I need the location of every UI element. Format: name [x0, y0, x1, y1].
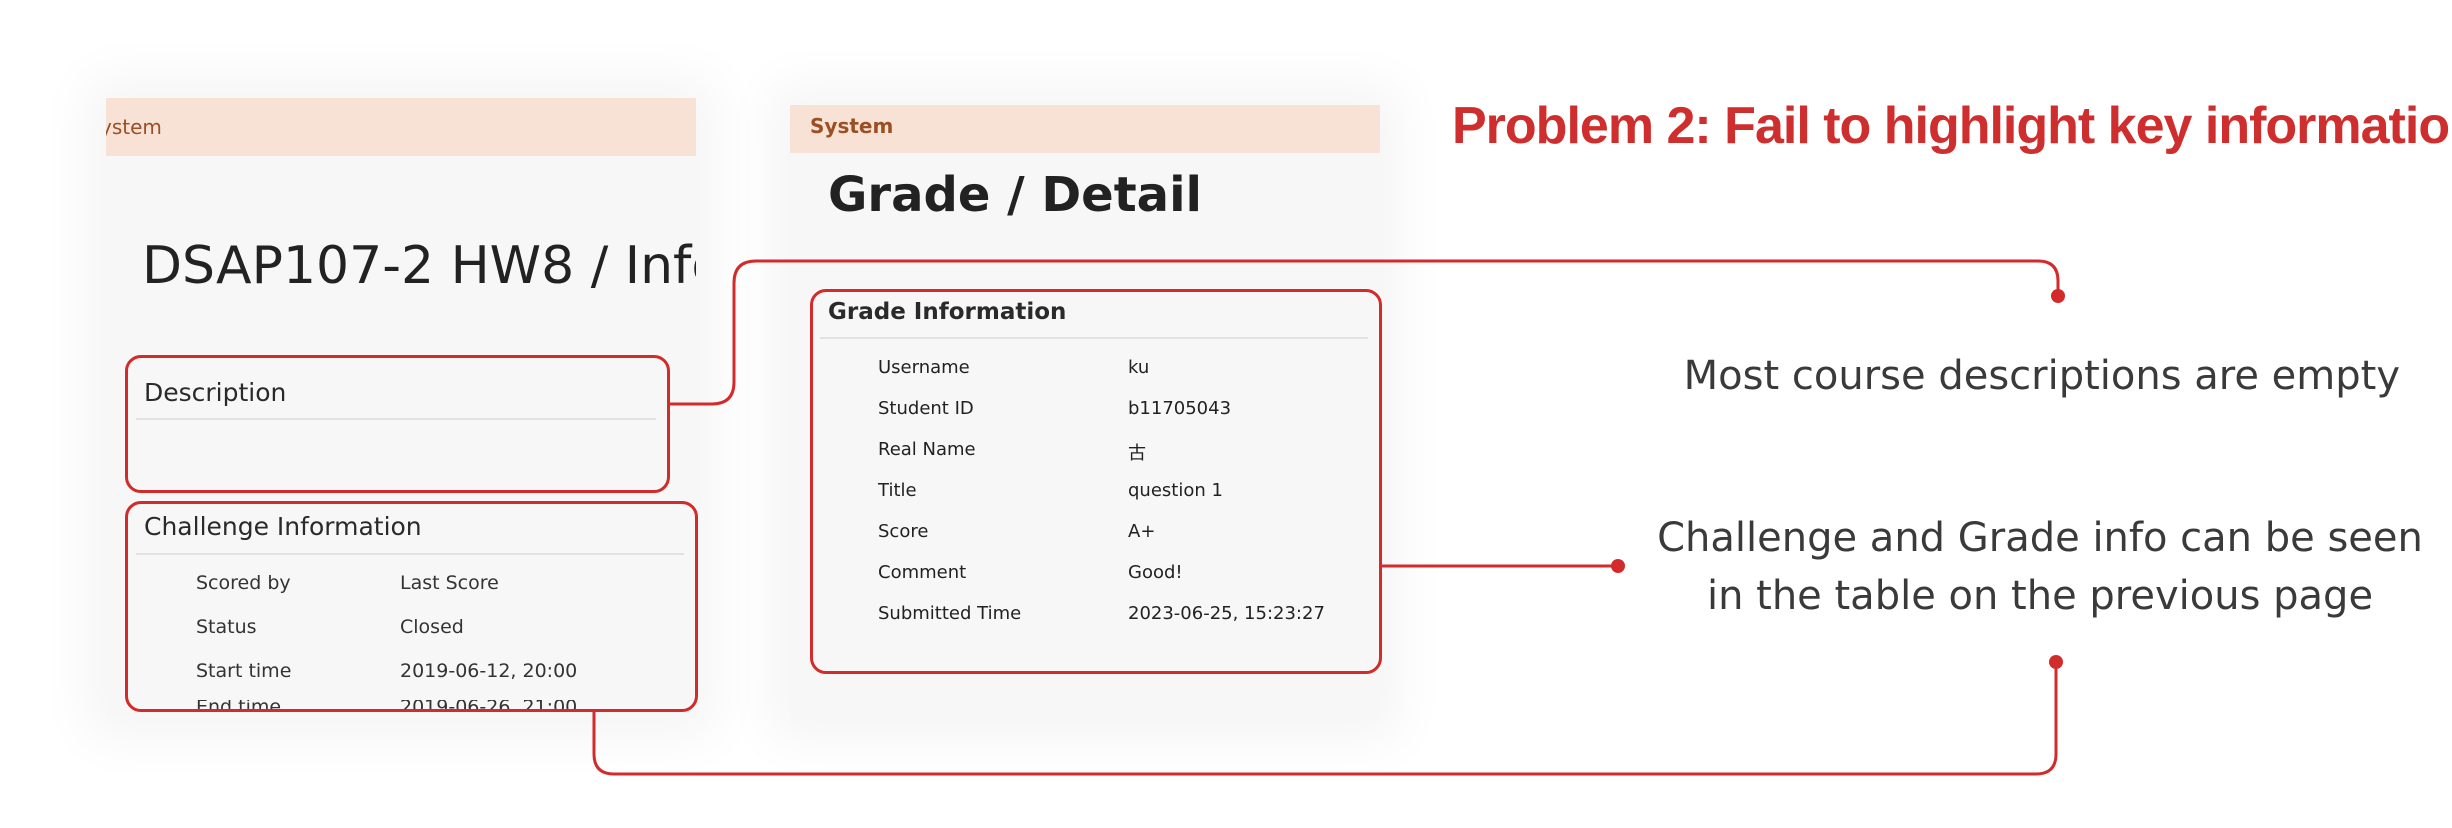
note-info-line-1: Challenge and Grade info can be seen [1657, 515, 2423, 561]
note-empty-descriptions: Most course descriptions are empty [1683, 353, 2400, 399]
description-connector-dot [2051, 289, 2065, 303]
problem-title: Problem 2: Fail to highlight key informa… [1452, 97, 2452, 155]
challenge-connector [592, 660, 2058, 776]
note-info-line-2: in the table on the previous page [1706, 573, 2374, 619]
grade-connector-dot [1611, 559, 1625, 573]
challenge-connector-dot [2049, 655, 2063, 669]
